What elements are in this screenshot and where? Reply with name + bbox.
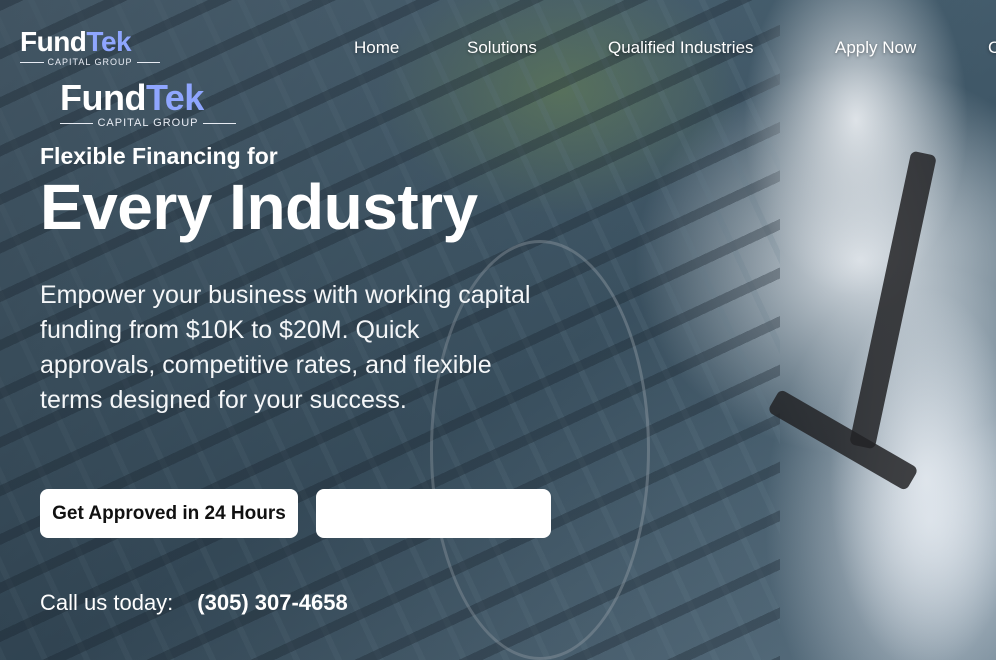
logo-tagline: CAPITAL GROUP — [47, 57, 133, 67]
logo-wordmark: FundTek — [20, 28, 160, 56]
hero-logo: FundTek CAPITAL GROUP — [60, 80, 236, 129]
header-logo[interactable]: FundTek CAPITAL GROUP — [20, 28, 161, 67]
call-label: Call us today: — [40, 590, 174, 615]
logo-rule — [20, 61, 44, 63]
logo-rule — [136, 61, 161, 63]
logo-tagline-row: CAPITAL GROUP — [20, 57, 161, 67]
call-us-row: Call us today: (305) 307-4658 — [40, 590, 348, 616]
logo-tagline-row: CAPITAL GROUP — [60, 117, 236, 129]
get-approved-button[interactable]: Get Approved in 24 Hours — [40, 489, 298, 538]
site-header: FundTek CAPITAL GROUP Home Solutions Qua… — [0, 0, 996, 80]
logo-rule — [60, 122, 94, 124]
phone-link[interactable]: (305) 307-4658 — [197, 590, 347, 616]
logo-word-fund: Fund — [60, 77, 146, 118]
nav-contact-truncated[interactable]: C — [988, 38, 996, 58]
logo-rule — [202, 122, 236, 124]
secondary-cta-button[interactable] — [316, 489, 551, 538]
logo-word-tek: Tek — [145, 77, 204, 118]
logo-wordmark: FundTek — [60, 80, 236, 116]
hero-eyebrow: Flexible Financing for — [40, 143, 278, 169]
hero-subcopy: Empower your business with working capit… — [40, 281, 531, 414]
logo-word-fund: Fund — [20, 26, 87, 57]
nav-apply-now[interactable]: Apply Now — [835, 38, 916, 58]
nav-home[interactable]: Home — [354, 38, 399, 58]
logo-tagline: CAPITAL GROUP — [97, 117, 199, 129]
logo-word-tek: Tek — [86, 26, 132, 57]
hero-headline: Every Industry — [40, 171, 478, 243]
nav-qualified-industries[interactable]: Qualified Industries — [608, 38, 754, 58]
nav-solutions[interactable]: Solutions — [467, 38, 537, 58]
